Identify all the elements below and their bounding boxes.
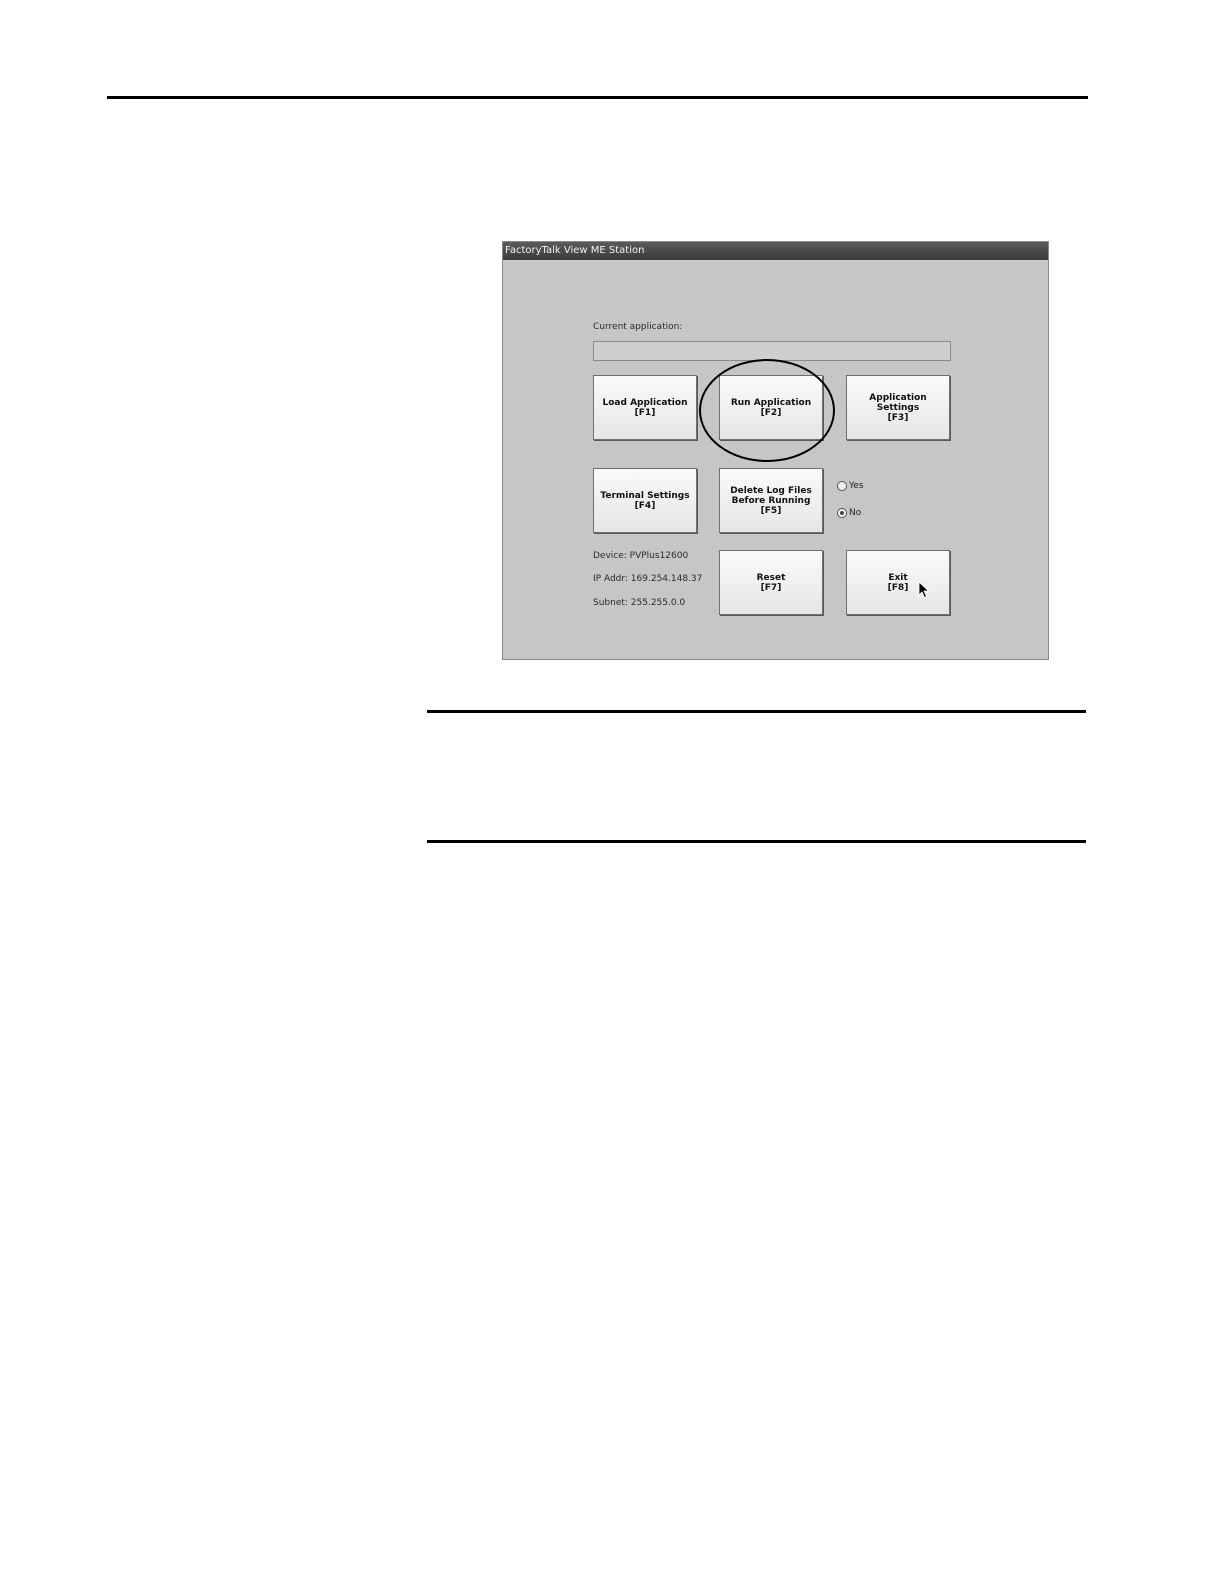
delete-log-files-label-2: Before Running [731, 495, 811, 506]
subnet-text: Subnet: 255.255.0.0 [593, 598, 686, 608]
window-title: FactoryTalk View ME Station [505, 245, 645, 256]
terminal-settings-label: Terminal Settings [600, 490, 690, 501]
section-rule-upper [427, 710, 1086, 713]
delete-log-no-radio[interactable]: No [837, 508, 861, 518]
reset-label: Reset [756, 572, 786, 583]
exit-key: [F8] [887, 582, 909, 593]
ip-address-text: IP Addr: 169.254.148.37 [593, 574, 703, 584]
delete-log-files-key: [F5] [760, 505, 782, 516]
top-rule [107, 96, 1088, 99]
exit-label: Exit [888, 572, 908, 583]
mouse-pointer-icon [918, 581, 930, 603]
load-application-key: [F1] [634, 407, 656, 418]
terminal-settings-button[interactable]: Terminal Settings [F4] [593, 468, 697, 533]
load-application-label: Load Application [602, 397, 688, 408]
application-settings-label: Application Settings [869, 392, 927, 413]
delete-log-yes-radio[interactable]: Yes [837, 481, 864, 491]
application-settings-button[interactable]: Application Settings [F3] [846, 375, 950, 440]
delete-log-yes-label: Yes [849, 481, 864, 491]
load-application-button[interactable]: Load Application [F1] [593, 375, 697, 440]
run-application-label: Run Application [730, 397, 812, 408]
window-titlebar: FactoryTalk View ME Station [503, 242, 1048, 260]
factorytalk-me-station-window: FactoryTalk View ME Station Current appl… [502, 241, 1049, 660]
delete-log-files-label-1: Delete Log Files [730, 485, 812, 496]
section-rule-lower [427, 840, 1086, 843]
radio-unchecked-icon [837, 481, 847, 491]
device-name-text: Device: PVPlus12600 [593, 551, 689, 561]
exit-button[interactable]: Exit [F8] [846, 550, 950, 615]
delete-log-no-label: No [849, 508, 862, 518]
current-application-field [593, 341, 951, 361]
run-application-key: [F2] [760, 407, 782, 418]
terminal-settings-key: [F4] [634, 500, 656, 511]
radio-checked-icon [837, 508, 847, 518]
application-settings-key: [F3] [887, 412, 909, 423]
run-application-button[interactable]: Run Application [F2] [719, 375, 823, 440]
delete-log-files-button[interactable]: Delete Log Files Before Running [F5] [719, 468, 823, 533]
reset-button[interactable]: Reset [F7] [719, 550, 823, 615]
reset-key: [F7] [760, 582, 782, 593]
current-application-label: Current application: [593, 322, 683, 332]
